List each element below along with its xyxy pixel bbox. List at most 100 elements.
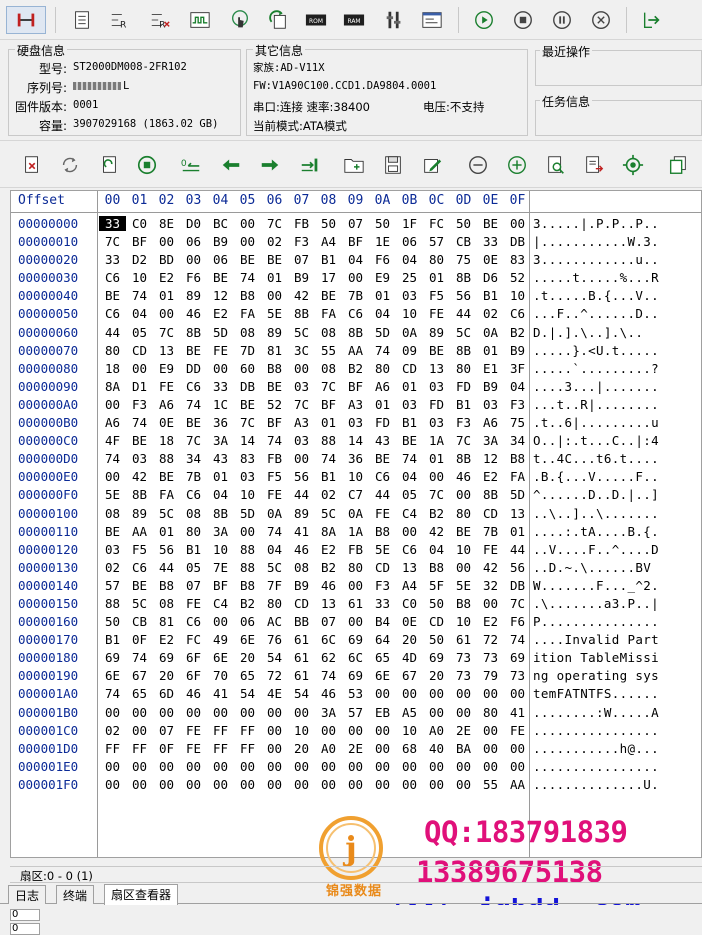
hex-byte[interactable]: 69 xyxy=(504,650,531,665)
hex-byte[interactable]: 00 xyxy=(423,705,450,720)
ascii-text[interactable]: ..\..]..\....... xyxy=(533,506,659,521)
target-button[interactable] xyxy=(620,152,646,178)
hex-byte[interactable]: 13 xyxy=(423,361,450,376)
hex-byte[interactable]: 5E xyxy=(99,487,126,502)
hex-byte[interactable]: 57 xyxy=(342,705,369,720)
ascii-text[interactable]: .t..6|.........u xyxy=(533,415,659,430)
hex-byte[interactable]: 00 xyxy=(99,777,126,792)
hex-byte[interactable]: 0A xyxy=(477,325,504,340)
hex-byte[interactable]: 41 xyxy=(207,686,234,701)
hex-byte[interactable]: 12 xyxy=(207,288,234,303)
hex-byte[interactable]: 50 xyxy=(423,632,450,647)
hex-byte[interactable]: 8B xyxy=(207,506,234,521)
hex-byte[interactable]: DB xyxy=(504,234,531,249)
hex-byte[interactable]: 7C xyxy=(504,596,531,611)
hex-byte[interactable]: A6 xyxy=(369,379,396,394)
hex-byte[interactable]: BE xyxy=(477,216,504,231)
open-folder-button[interactable] xyxy=(341,152,367,178)
search-button[interactable] xyxy=(543,152,569,178)
hex-byte[interactable]: 52 xyxy=(504,270,531,285)
hex-byte[interactable]: 46 xyxy=(315,686,342,701)
hex-byte[interactable]: A6 xyxy=(477,415,504,430)
hex-byte[interactable]: AC xyxy=(261,614,288,629)
hex-byte[interactable]: 00 xyxy=(180,705,207,720)
hex-byte[interactable]: 00 xyxy=(396,524,423,539)
hex-byte[interactable]: 00 xyxy=(234,759,261,774)
hex-byte[interactable]: 00 xyxy=(477,759,504,774)
hex-byte[interactable]: 61 xyxy=(288,632,315,647)
hex-byte[interactable]: 80 xyxy=(450,506,477,521)
hex-byte[interactable]: BE xyxy=(423,343,450,358)
hex-byte[interactable]: 73 xyxy=(450,668,477,683)
hex-byte[interactable]: 00 xyxy=(369,759,396,774)
hex-byte[interactable]: 79 xyxy=(477,668,504,683)
hex-byte[interactable]: 40 xyxy=(423,741,450,756)
hex-byte[interactable]: B8 xyxy=(234,288,261,303)
hex-byte[interactable]: A0 xyxy=(423,723,450,738)
hex-byte[interactable]: 00 xyxy=(180,759,207,774)
hex-byte[interactable]: F3 xyxy=(450,415,477,430)
hex-byte[interactable]: 10 xyxy=(288,723,315,738)
hex-byte[interactable]: BB xyxy=(288,614,315,629)
hex-byte[interactable]: 89 xyxy=(423,325,450,340)
hex-byte[interactable]: 06 xyxy=(207,252,234,267)
hex-byte[interactable]: 44 xyxy=(369,487,396,502)
hex-byte[interactable]: FF xyxy=(207,741,234,756)
hex-byte[interactable]: 1C xyxy=(207,397,234,412)
hex-byte[interactable]: 00 xyxy=(423,469,450,484)
hex-byte[interactable]: BE xyxy=(234,397,261,412)
hex-byte[interactable]: 61 xyxy=(288,668,315,683)
hex-byte[interactable]: 00 xyxy=(99,469,126,484)
hex-byte[interactable]: 73 xyxy=(477,650,504,665)
hex-byte[interactable]: 03 xyxy=(99,542,126,557)
hex-byte[interactable]: 43 xyxy=(369,433,396,448)
hex-byte[interactable]: 46 xyxy=(315,578,342,593)
refresh-copy-button[interactable] xyxy=(264,6,292,34)
hex-byte[interactable]: BE xyxy=(261,252,288,267)
hex-byte[interactable]: 04 xyxy=(423,542,450,557)
hex-byte[interactable]: 54 xyxy=(288,686,315,701)
ascii-text[interactable]: ....3...|....... xyxy=(533,379,659,394)
hex-byte[interactable]: 46 xyxy=(180,686,207,701)
hex-byte[interactable]: 75 xyxy=(504,415,531,430)
hex-byte[interactable]: BE xyxy=(450,524,477,539)
hex-byte[interactable]: FB xyxy=(261,451,288,466)
hex-byte[interactable]: 04 xyxy=(207,487,234,502)
hex-byte[interactable]: 00 xyxy=(342,578,369,593)
hex-byte[interactable]: 0A xyxy=(342,506,369,521)
hex-byte[interactable]: A3 xyxy=(288,415,315,430)
terminal-button[interactable] xyxy=(418,6,446,34)
hex-byte[interactable]: 00 xyxy=(126,759,153,774)
hex-byte[interactable]: 01 xyxy=(261,270,288,285)
hex-byte[interactable]: 88 xyxy=(315,433,342,448)
hex-byte[interactable]: FB xyxy=(288,216,315,231)
hex-byte[interactable]: 74 xyxy=(261,524,288,539)
hex-byte[interactable]: 03 xyxy=(396,288,423,303)
hex-byte[interactable]: 07 xyxy=(342,216,369,231)
hex-byte[interactable]: 20 xyxy=(234,650,261,665)
hex-byte[interactable]: D6 xyxy=(477,270,504,285)
reload-button[interactable] xyxy=(96,152,122,178)
hex-byte[interactable]: B2 xyxy=(504,325,531,340)
tab-terminal[interactable]: 终端 xyxy=(56,885,95,904)
hex-byte[interactable]: 09 xyxy=(396,343,423,358)
hex-byte[interactable]: C6 xyxy=(396,542,423,557)
hex-byte[interactable]: B8 xyxy=(234,578,261,593)
hex-byte[interactable]: 3A xyxy=(207,433,234,448)
hex-byte[interactable]: BF xyxy=(207,578,234,593)
hex-byte[interactable]: FD xyxy=(450,379,477,394)
hex-byte[interactable]: FE xyxy=(207,343,234,358)
hex-byte[interactable]: 02 xyxy=(261,234,288,249)
hex-byte[interactable]: F3 xyxy=(369,578,396,593)
hex-byte[interactable]: 1F xyxy=(396,216,423,231)
signal-wave-button[interactable] xyxy=(186,6,214,34)
hex-byte[interactable]: 08 xyxy=(153,596,180,611)
hex-byte[interactable]: B2 xyxy=(315,560,342,575)
hex-byte[interactable]: 61 xyxy=(288,650,315,665)
pause-button[interactable] xyxy=(548,6,576,34)
hex-byte[interactable]: FE xyxy=(369,506,396,521)
hex-byte[interactable]: 7C xyxy=(153,325,180,340)
hex-byte[interactable]: 00 xyxy=(153,705,180,720)
hex-byte[interactable]: 89 xyxy=(288,506,315,521)
hex-byte[interactable]: 75 xyxy=(450,252,477,267)
